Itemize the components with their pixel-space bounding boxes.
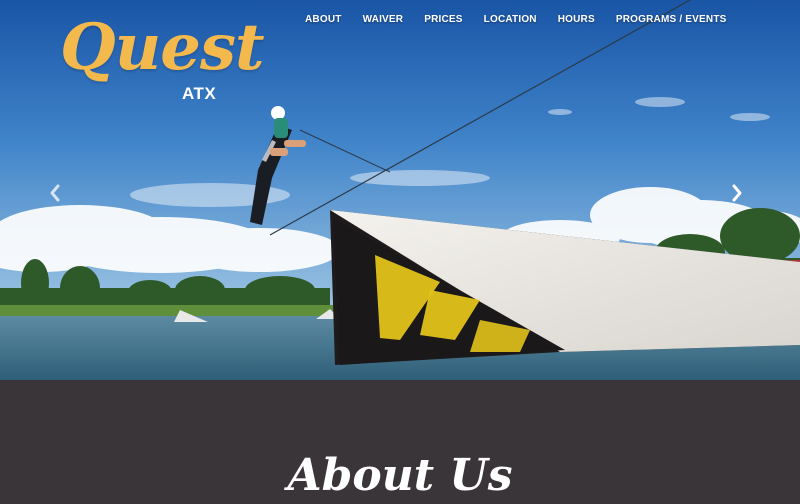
brand-logo[interactable]: Quest ATX [60,8,265,108]
nav-programs-events[interactable]: PROGRAMS / EVENTS [605,13,737,27]
slider-next-button[interactable] [730,183,752,209]
hero-slider: Quest ATX ABOUT WAIVER PRICES LOCATION H… [0,0,800,380]
nav-hours[interactable]: HOURS [547,13,605,27]
main-nav: ABOUT WAIVER PRICES LOCATION HOURS PROGR… [295,13,738,27]
nav-waiver[interactable]: WAIVER [352,13,414,27]
chevron-left-icon [50,184,60,202]
nav-prices[interactable]: PRICES [414,13,473,27]
nav-location[interactable]: LOCATION [473,13,547,27]
chevron-right-icon [732,184,742,202]
about-heading: About Us [287,450,513,501]
slider-prev-button[interactable] [48,183,70,209]
nav-about[interactable]: ABOUT [295,13,353,27]
logo-wordmark: Quest [60,10,265,85]
logo-location: ATX [182,84,217,103]
